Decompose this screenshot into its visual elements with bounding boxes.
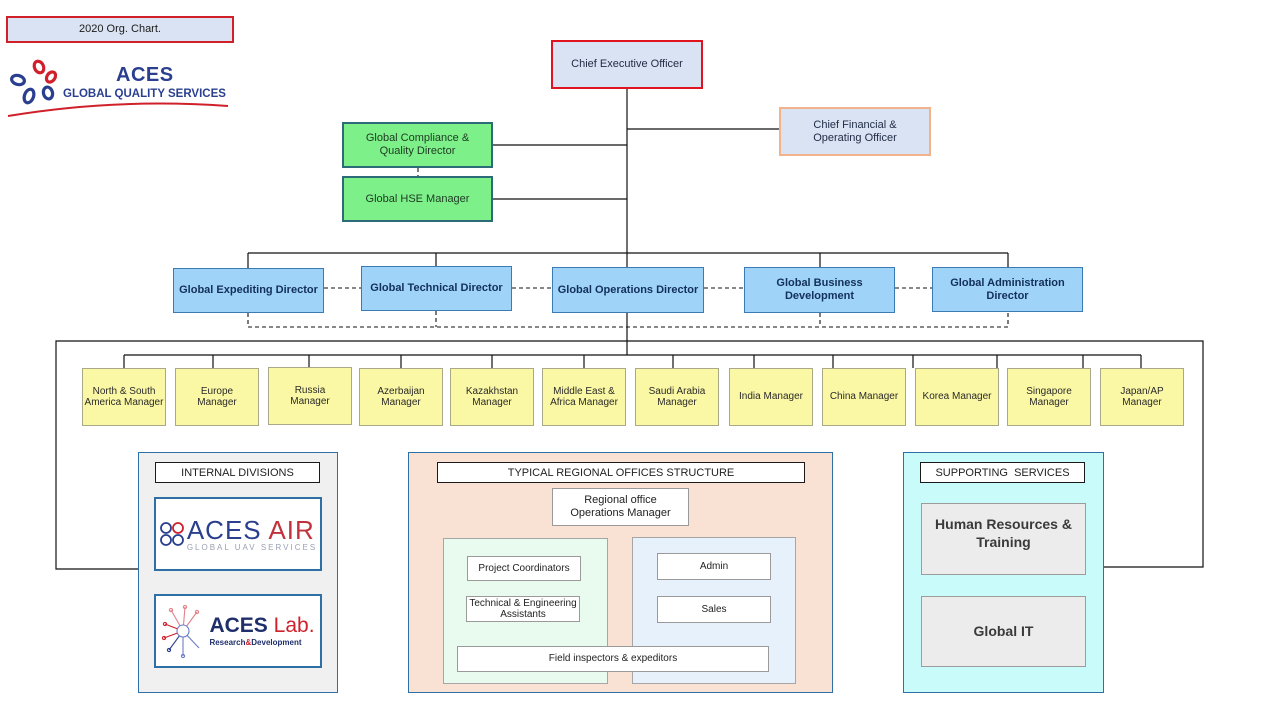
internal-divisions-panel: INTERNAL DIVISIONS ACES AIR GLOBAL UAV S… [138,452,338,693]
director-label: Global Operations Director [557,283,699,296]
director-label: Global Expediting Director [179,284,318,297]
logo-brand: ACES [116,64,174,86]
director-label: Global Business Development [776,277,863,302]
manager-label: Azerbaijan Manager [377,385,425,409]
cfo-label: Chief Financial & Operating Officer [813,118,897,144]
drone-icon [159,522,184,546]
manager-label: Europe Manager [197,385,237,409]
manager-label: Middle East & Africa Manager [550,385,618,409]
manager-europe[interactable]: Europe Manager [175,368,259,426]
manager-korea[interactable]: Korea Manager [915,368,999,426]
manager-china[interactable]: China Manager [822,368,906,426]
hr-label: Human Resources & Training [935,516,1072,550]
aces-lab-name: ACES [209,614,268,637]
director-expediting[interactable]: Global Expediting Director [173,268,324,313]
sales-label: Sales [701,603,727,615]
manager-label: Japan/AP Manager [1120,385,1164,409]
manager-russia[interactable]: Russia Manager [268,367,352,425]
director-operations[interactable]: Global Operations Director [552,267,704,313]
manager-label: North & South America Manager [84,385,164,409]
global-it-label: Global IT [973,622,1034,639]
logo-swoosh [7,102,229,117]
aces-lab-suffix: Lab. [273,614,315,637]
manager-saudi-arabia[interactable]: Saudi Arabia Manager [635,368,719,426]
regional-offices-heading: TYPICAL REGIONAL OFFICES STRUCTURE [437,462,805,483]
manager-label: Kazakhstan Manager [465,385,519,409]
field-inspectors-label: Field inspectors & expeditors [548,653,678,665]
heading-text: INTERNAL DIVISIONS [181,466,294,479]
internal-divisions-heading: INTERNAL DIVISIONS [155,462,320,483]
heading-text: SUPPORTING SERVICES [935,466,1070,479]
lightbulb-network-icon [162,604,200,658]
aces-air-logo[interactable]: ACES AIR GLOBAL UAV SERVICES [154,497,322,571]
director-administration[interactable]: Global Administration Director [932,267,1083,312]
global-it[interactable]: Global IT [921,596,1086,667]
regional-operations-manager[interactable]: Regional office Operations Manager [552,488,689,526]
aces-air-suffix: AIR [268,514,315,545]
director-label: Global Administration Director [950,276,1065,302]
chart-title: 2020 Org. Chart. [6,16,234,43]
manager-label: India Manager [739,391,803,403]
aces-lab-tagline-research: Research [209,638,246,647]
chart-title-text: 2020 Org. Chart. [79,23,161,36]
manager-label: Korea Manager [922,391,992,403]
ceo-node[interactable]: Chief Executive Officer [551,40,703,89]
compliance-director-node[interactable]: Global Compliance & Quality Director [342,122,493,168]
technical-engineering-assistants[interactable]: Technical & Engineering Assistants [466,596,580,622]
manager-middle-east-africa[interactable]: Middle East & Africa Manager [542,368,626,426]
director-label: Global Technical Director [370,282,503,295]
manager-label: Saudi Arabia Manager [648,385,706,409]
manager-india[interactable]: India Manager [729,368,813,426]
human-resources-training[interactable]: Human Resources & Training [921,503,1086,575]
aces-lab-logo[interactable]: ACES Lab. Research&Development [154,594,322,668]
ceo-label: Chief Executive Officer [571,58,683,71]
director-technical[interactable]: Global Technical Director [361,266,512,311]
project-coordinators-label: Project Coordinators [478,562,570,574]
regional-manager-label: Regional office Operations Manager [570,494,671,519]
manager-japan-ap[interactable]: Japan/AP Manager [1100,368,1184,426]
manager-singapore[interactable]: Singapore Manager [1007,368,1091,426]
supporting-services-panel: SUPPORTING SERVICES Human Resources & Tr… [903,452,1104,693]
manager-label: China Manager [829,391,899,403]
manager-label: Singapore Manager [1026,385,1072,409]
heading-text: TYPICAL REGIONAL OFFICES STRUCTURE [507,466,735,479]
logo-tagline: GLOBAL QUALITY SERVICES [63,88,226,100]
project-coordinators[interactable]: Project Coordinators [467,556,581,581]
manager-label: Russia Manager [290,384,330,408]
admin-label: Admin [699,560,729,572]
compliance-director-label: Global Compliance & Quality Director [365,132,470,157]
aces-air-tagline: GLOBAL UAV SERVICES [186,542,318,552]
aces-lab-tagline-development: Development [251,638,302,647]
hse-manager-node[interactable]: Global HSE Manager [342,176,493,222]
aces-air-name: ACES [186,514,262,545]
supporting-services-heading: SUPPORTING SERVICES [920,462,1085,483]
admin-role[interactable]: Admin [657,553,771,580]
hse-manager-label: Global HSE Manager [365,192,470,205]
director-business-development[interactable]: Global Business Development [744,267,895,313]
manager-azerbaijan[interactable]: Azerbaijan Manager [359,368,443,426]
field-inspectors-expeditors[interactable]: Field inspectors & expeditors [457,646,769,672]
manager-kazakhstan[interactable]: Kazakhstan Manager [450,368,534,426]
sales-role[interactable]: Sales [657,596,771,623]
manager-north-south-america[interactable]: North & South America Manager [82,368,166,426]
company-logo: ACES GLOBAL QUALITY SERVICES [6,56,231,122]
cfo-node[interactable]: Chief Financial & Operating Officer [779,107,931,156]
tech-assistants-label: Technical & Engineering Assistants [469,597,577,621]
